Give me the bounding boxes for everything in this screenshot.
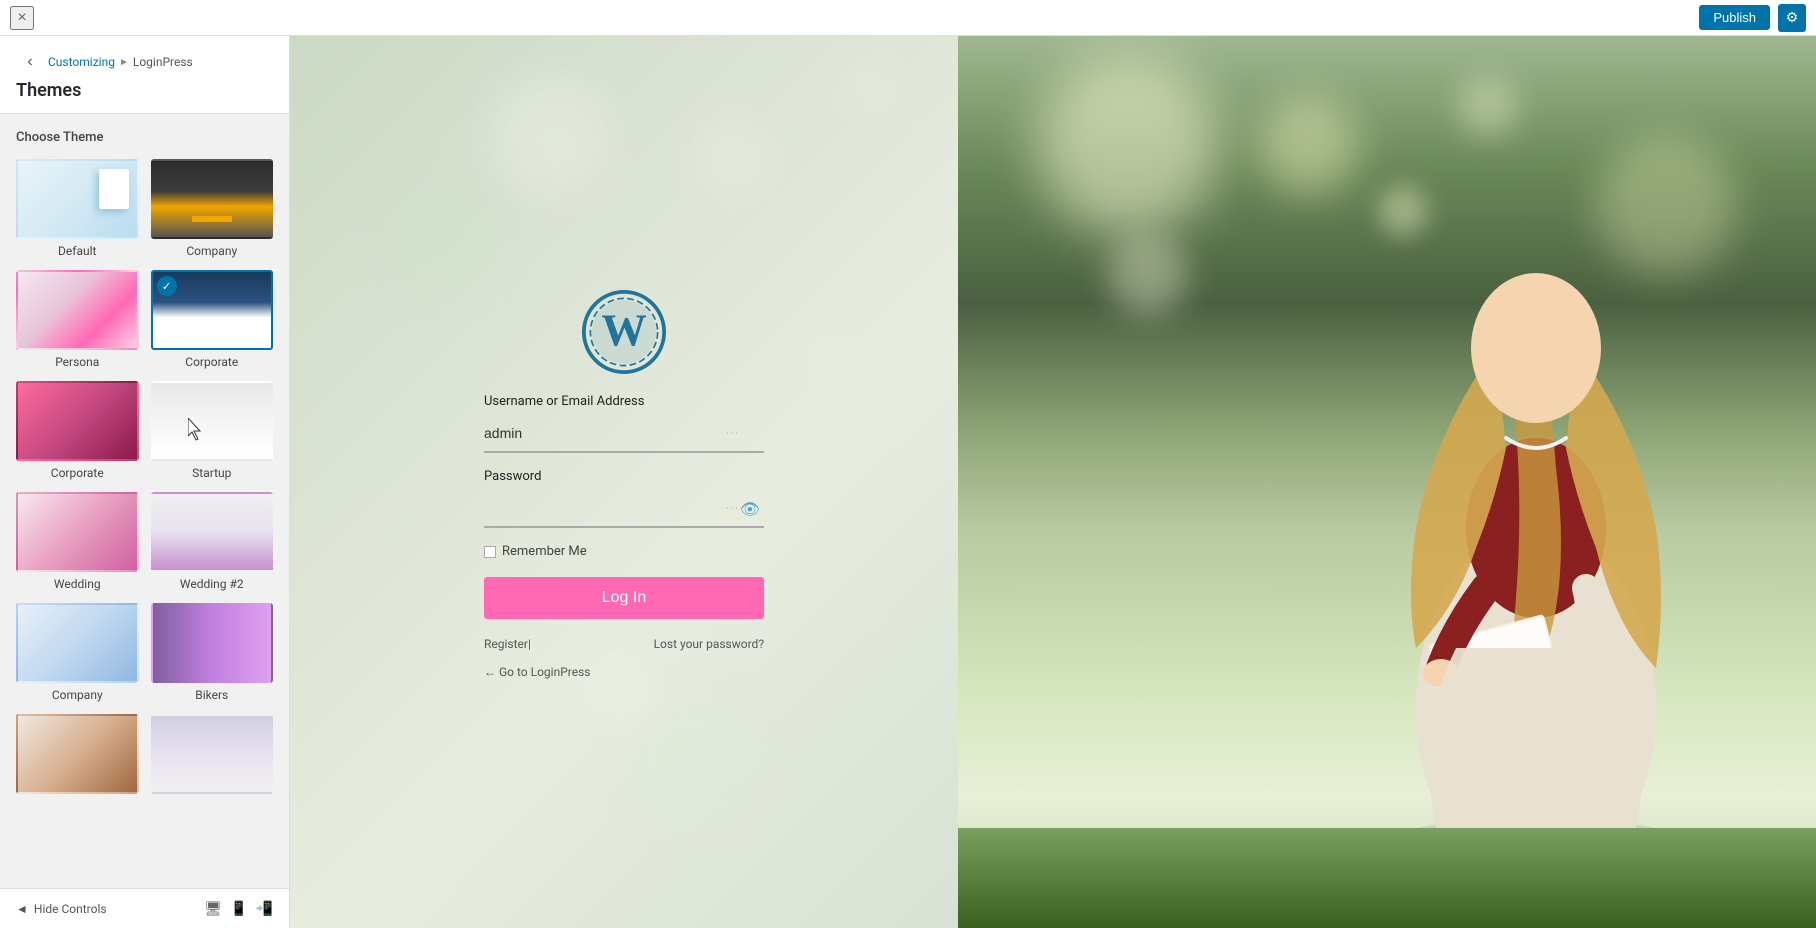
preview-area: W Username or Email Address ··· Password	[290, 36, 1816, 928]
login-card: W Username or Email Address ··· Password	[454, 260, 794, 704]
person-figure	[1256, 148, 1736, 868]
desktop-icon[interactable]: 🖥	[204, 901, 222, 917]
theme-name: Bikers	[151, 688, 274, 702]
breadcrumb: ‹ Customizing ► LoginPress	[16, 48, 273, 76]
theme-item-default[interactable]: Default	[16, 159, 139, 258]
dots-icon: ···	[726, 429, 740, 440]
wordpress-logo: W	[582, 290, 666, 374]
password-input-wrap: ··· 👁	[484, 490, 764, 528]
lost-password-link[interactable]: Lost your password?	[654, 637, 764, 651]
mobile-icon[interactable]: 📲	[256, 901, 273, 917]
password-label: Password	[484, 469, 764, 484]
theme-thumbnail	[151, 381, 274, 461]
customizing-link[interactable]: Customizing	[48, 55, 115, 69]
svg-text:W: W	[601, 305, 646, 355]
sidebar-title-row: Themes	[16, 80, 273, 101]
theme-grid: Default Company Persona ✓ Corporate	[16, 159, 273, 799]
photo-panel	[958, 36, 1816, 928]
sidebar-body: Choose Theme Default Company Persona ✓	[0, 114, 289, 888]
gear-button[interactable]: ⚙	[1778, 4, 1806, 32]
grass	[958, 828, 1816, 928]
sidebar: ‹ Customizing ► LoginPress Themes Choose…	[0, 36, 290, 928]
username-field-group: Username or Email Address ···	[484, 394, 764, 453]
theme-item-wedding2[interactable]: Wedding #2	[151, 492, 274, 591]
theme-item-startup[interactable]: Startup	[151, 381, 274, 480]
remember-checkbox[interactable]	[484, 546, 496, 558]
username-input-wrap: ···	[484, 415, 764, 453]
theme-thumbnail	[16, 492, 139, 572]
theme-item-corporate2[interactable]: Corporate	[16, 381, 139, 480]
theme-thumbnail	[151, 492, 274, 572]
theme-name: Default	[16, 244, 139, 258]
theme-thumbnail	[16, 159, 139, 239]
username-label: Username or Email Address	[484, 394, 764, 409]
theme-name: Startup	[151, 466, 274, 480]
password-dots-icon: ···	[726, 504, 740, 515]
password-visibility-toggle[interactable]: 👁	[740, 500, 760, 519]
hide-controls-button[interactable]: ◄ Hide Controls	[16, 902, 107, 916]
username-input[interactable]	[484, 415, 764, 453]
sidebar-title: Themes	[16, 80, 81, 101]
theme-item-wedding[interactable]: Wedding	[16, 492, 139, 591]
theme-item-company[interactable]: Company	[151, 159, 274, 258]
theme-name: Company	[151, 244, 274, 258]
tablet-icon[interactable]: 📱	[230, 901, 247, 917]
back-button[interactable]: ‹	[16, 48, 44, 76]
password-input[interactable]	[484, 490, 764, 528]
theme-item-company2[interactable]: Company	[16, 603, 139, 702]
choose-theme-label: Choose Theme	[16, 130, 273, 145]
theme-thumbnail	[16, 714, 139, 794]
login-preview: W Username or Email Address ··· Password	[290, 36, 958, 928]
device-icons: 🖥 📱 📲	[204, 901, 273, 917]
theme-item-corporate-sel[interactable]: ✓ Corporate	[151, 270, 274, 369]
remember-label: Remember Me	[502, 544, 587, 559]
login-links: Register| Lost your password?	[484, 637, 764, 651]
register-link[interactable]: Register|	[484, 637, 531, 651]
breadcrumb-arrow: ►	[119, 57, 129, 68]
theme-thumbnail	[16, 381, 139, 461]
remember-row: Remember Me	[484, 544, 764, 559]
main-content: ‹ Customizing ► LoginPress Themes Choose…	[0, 36, 1816, 928]
hide-controls-label: Hide Controls	[34, 902, 107, 916]
selected-check: ✓	[157, 276, 177, 296]
theme-name: Corporate	[151, 355, 274, 369]
theme-thumbnail	[16, 603, 139, 683]
publish-button[interactable]: Publish	[1699, 5, 1770, 30]
theme-thumbnail: ✓	[151, 270, 274, 350]
top-bar: × Publish ⚙	[0, 0, 1816, 36]
password-field-group: Password ··· 👁	[484, 469, 764, 528]
hide-controls-icon: ◄	[16, 902, 28, 916]
theme-thumbnail	[151, 603, 274, 683]
theme-thumbnail	[151, 714, 274, 794]
sidebar-bottom: ◄ Hide Controls 🖥 📱 📲	[0, 888, 289, 928]
sidebar-header: ‹ Customizing ► LoginPress Themes	[0, 36, 289, 114]
theme-name: Wedding #2	[151, 577, 274, 591]
theme-item-persona[interactable]: Persona	[16, 270, 139, 369]
theme-name: Persona	[16, 355, 139, 369]
theme-name: Corporate	[16, 466, 139, 480]
theme-name: Company	[16, 688, 139, 702]
cursor-icon	[188, 418, 208, 442]
theme-name: Wedding	[16, 577, 139, 591]
theme-item-bikers[interactable]: Bikers	[151, 603, 274, 702]
go-to-loginpress-link[interactable]: ← Go to LoginPress	[484, 665, 764, 679]
close-button[interactable]: ×	[10, 6, 34, 30]
theme-thumbnail	[151, 159, 274, 239]
loginpress-link[interactable]: LoginPress	[133, 55, 193, 69]
theme-item-extra2[interactable]	[151, 714, 274, 799]
theme-thumbnail	[16, 270, 139, 350]
theme-item-extra1[interactable]	[16, 714, 139, 799]
login-button[interactable]: Log In	[484, 577, 764, 619]
